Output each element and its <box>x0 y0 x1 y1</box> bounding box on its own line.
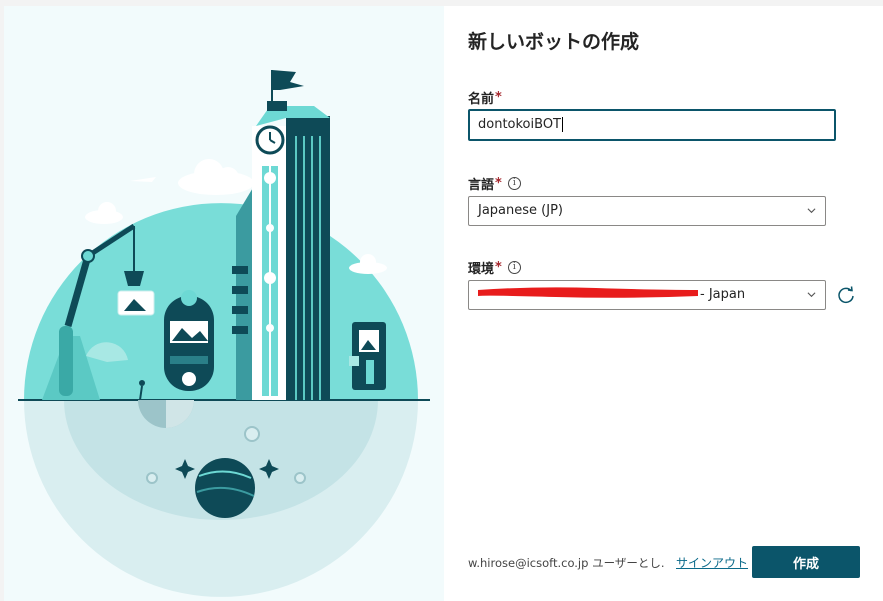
city-illustration <box>18 70 430 597</box>
language-select[interactable]: Japanese (JP) <box>468 196 826 226</box>
required-mark: * <box>495 90 502 105</box>
chevron-down-icon <box>807 208 816 214</box>
text-caret <box>562 117 563 132</box>
hero-illustration <box>4 6 444 601</box>
create-button[interactable]: 作成 <box>752 546 860 578</box>
language-label-text: 言語 <box>468 178 495 193</box>
redaction-mark <box>478 287 698 298</box>
environment-label: 環境 * i <box>468 258 521 277</box>
language-value: Japanese (JP) <box>478 203 563 218</box>
info-icon[interactable]: i <box>507 177 521 190</box>
chevron-down-icon <box>807 292 816 298</box>
required-mark: * <box>495 176 502 191</box>
language-label: 言語 * i <box>468 174 521 193</box>
required-mark: * <box>495 260 502 275</box>
name-label-text: 名前 <box>468 92 495 107</box>
environment-value-suffix: - Japan <box>700 287 746 302</box>
bot-name-input[interactable]: dontokoiBOT <box>468 109 836 141</box>
bot-name-value: dontokoiBOT <box>478 117 561 132</box>
info-icon[interactable]: i <box>507 261 521 274</box>
dialog-title: 新しいボットの作成 <box>468 31 640 53</box>
name-label: 名前 * <box>468 88 502 107</box>
signed-in-user-text: w.hirose@icsoft.co.jp ユーザーとし... <box>468 556 664 570</box>
environment-label-text: 環境 <box>468 262 495 277</box>
refresh-icon[interactable] <box>836 285 856 305</box>
signout-link[interactable]: サインアウト <box>676 554 748 571</box>
